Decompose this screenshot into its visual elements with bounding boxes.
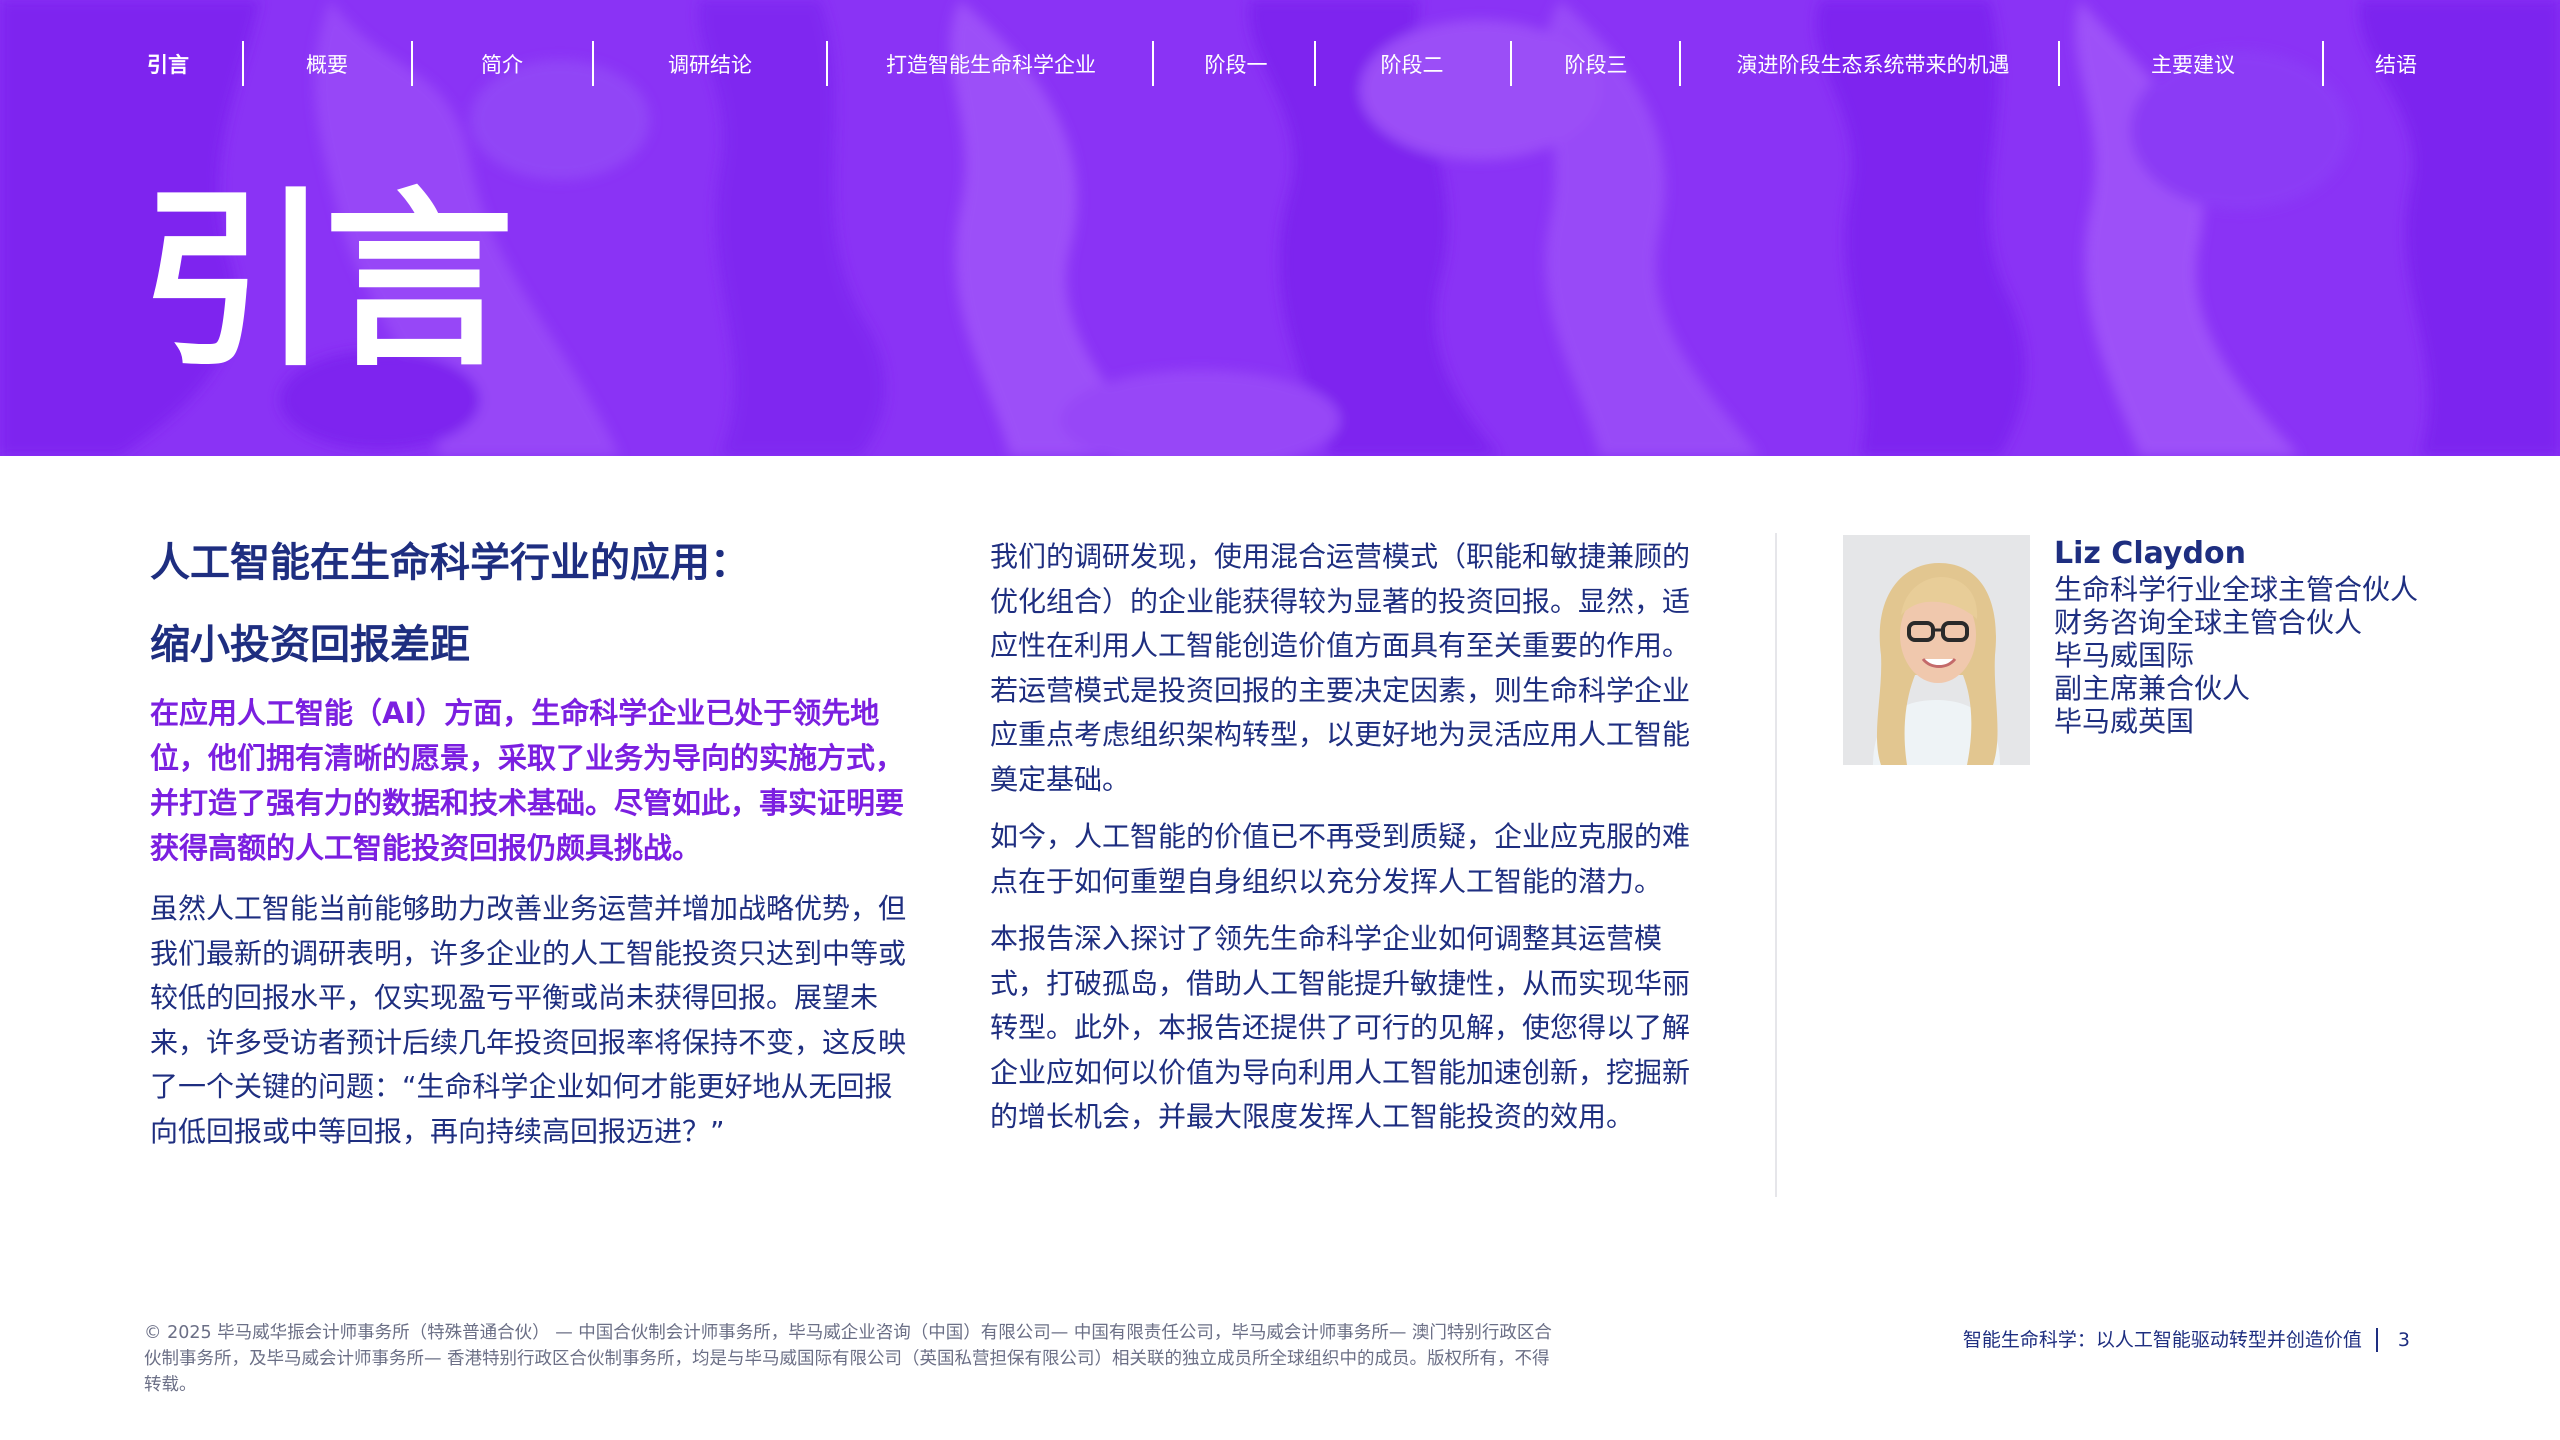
article-heading-line2: 缩小投资回报差距 <box>150 622 470 668</box>
column-divider <box>1775 533 1777 1197</box>
body-paragraph: 我们的调研发现，使用混合运营模式（职能和敏捷兼顾的优化组合）的企业能获得较为显著… <box>990 540 1691 796</box>
footer-report-info: 智能生命科学：以人工智能驱动转型并创造价值 3 <box>1963 1326 2410 1354</box>
nav-item-conclusion[interactable]: 结语 <box>2366 48 2426 82</box>
body-paragraph: 虽然人工智能当前能够助力改善业务运营并增加战略优势，但我们最新的调研表明，许多企… <box>150 892 907 1148</box>
nav-item-intelligent-life-sciences[interactable]: 打造智能生命科学企业 <box>866 48 1116 82</box>
nav-item-key-recommendations[interactable]: 主要建议 <box>2131 48 2255 82</box>
nav-separator <box>1510 41 1512 86</box>
nav-separator <box>411 41 413 86</box>
nav-item-brief[interactable]: 简介 <box>472 48 532 82</box>
author-name: Liz Claydon <box>2054 536 2246 571</box>
author-role: 副主席兼合伙人 <box>2054 672 2251 705</box>
body-paragraph: 如今，人工智能的价值已不再受到质疑，企业应克服的难点在于如何重塑自身组织以充分发… <box>990 820 1691 898</box>
top-navigation: 引言 概要 简介 调研结论 打造智能生命科学企业 阶段一 阶段二 阶段三 演进阶… <box>0 0 2560 130</box>
nav-separator <box>592 41 594 86</box>
author-role: 毕马威英国 <box>2054 705 2195 738</box>
nav-item-stage-one[interactable]: 阶段一 <box>1186 48 1286 82</box>
middle-column: 我们的调研发现，使用混合运营模式（职能和敏捷兼顾的优化组合）的企业能获得较为显著… <box>990 535 1710 1153</box>
nav-separator <box>2058 41 2060 86</box>
nav-item-overview[interactable]: 概要 <box>297 48 357 82</box>
page-number: 3 <box>2397 1329 2410 1351</box>
footer-report-title: 智能生命科学：以人工智能驱动转型并创造价值 <box>1962 1329 2362 1351</box>
nav-item-survey-findings[interactable]: 调研结论 <box>645 48 775 82</box>
footer-separator <box>2375 1328 2378 1352</box>
nav-separator <box>1679 41 1681 86</box>
nav-item-introduction[interactable]: 引言 <box>146 48 190 82</box>
nav-separator <box>242 41 244 86</box>
hero-banner: 引言 概要 简介 调研结论 打造智能生命科学企业 阶段一 阶段二 阶段三 演进阶… <box>0 0 2560 456</box>
author-bio: Liz Claydon 生命科学行业全球主管合伙人 财务咨询全球主管合伙人 毕马… <box>2054 535 2534 738</box>
nav-separator <box>2322 41 2324 86</box>
nav-item-stage-two[interactable]: 阶段二 <box>1362 48 1462 82</box>
nav-separator <box>826 41 828 86</box>
article-heading-line1: 人工智能在生命科学行业的应用： <box>150 540 750 586</box>
lead-paragraph: 在应用人工智能（AI）方面，生命科学企业已处于领先地位，他们拥有清晰的愿景，采取… <box>150 696 905 865</box>
nav-separator <box>1314 41 1316 86</box>
nav-item-ecosystem-opportunities[interactable]: 演进阶段生态系统带来的机遇 <box>1718 48 2028 82</box>
footer-legal-notice: © 2025 毕马威华振会计师事务所（特殊普通合伙） — 中国合伙制会计师事务所… <box>144 1323 1552 1395</box>
author-role: 财务咨询全球主管合伙人 <box>2054 606 2363 639</box>
nav-item-stage-three[interactable]: 阶段三 <box>1546 48 1646 82</box>
author-role: 毕马威国际 <box>2054 639 2195 672</box>
left-column: 人工智能在生命科学行业的应用： 缩小投资回报差距 在应用人工智能（AI）方面，生… <box>150 535 920 1154</box>
nav-separator <box>1152 41 1154 86</box>
author-role: 生命科学行业全球主管合伙人 <box>2054 573 2419 606</box>
author-photo <box>1843 535 2030 765</box>
author-portrait-image <box>1843 535 2030 765</box>
page-title: 引言 <box>140 171 514 392</box>
body-paragraph: 本报告深入探讨了领先生命科学企业如何调整其运营模式，打破孤岛，借助人工智能提升敏… <box>990 922 1691 1133</box>
